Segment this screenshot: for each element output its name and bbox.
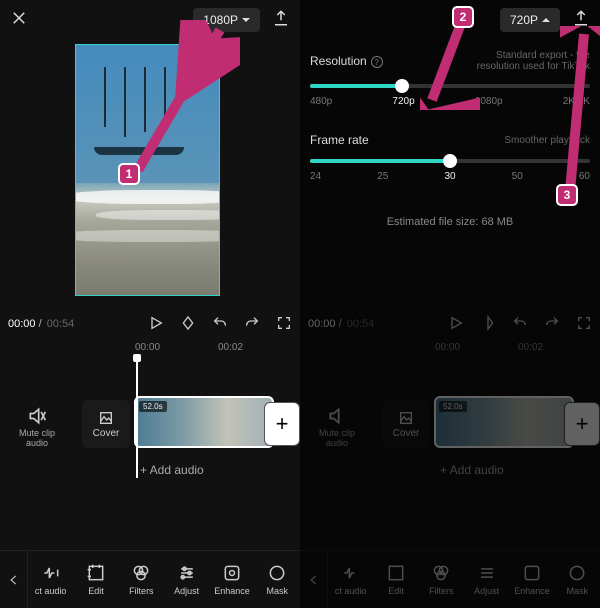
slider-knob[interactable]: [443, 154, 457, 168]
tool-adjust[interactable]: Adjust: [164, 563, 209, 596]
tool-extract-audio[interactable]: ct audio: [28, 563, 73, 596]
resolution-slider[interactable]: [310, 84, 590, 88]
timeline-ruler[interactable]: 00:00 00:02: [0, 342, 300, 358]
export-settings-panel: Resolution? Standard export - the resolu…: [310, 50, 590, 228]
redo-icon[interactable]: [244, 315, 260, 334]
tool-adjust[interactable]: Adjust: [464, 563, 509, 596]
add-clip-button[interactable]: +: [264, 402, 300, 446]
screen-left: 1080P 00:00 / 00:54 00:00 00:02: [0, 0, 300, 608]
caret-down-icon: [242, 18, 250, 22]
keyframe-icon[interactable]: [180, 315, 196, 334]
screen-right: 720P Resolution? Standard export - the r…: [300, 0, 600, 608]
fullscreen-icon[interactable]: [576, 315, 592, 334]
tool-extract-audio[interactable]: ct audio: [328, 563, 373, 596]
close-icon[interactable]: [10, 9, 28, 32]
add-audio-button[interactable]: + Add audio: [140, 456, 204, 484]
tool-filters[interactable]: Filters: [419, 563, 464, 596]
timeline-playhead[interactable]: [136, 358, 138, 478]
tool-enhance[interactable]: Enhance: [509, 563, 554, 596]
timeline-ruler[interactable]: 00:00 00:02: [300, 342, 600, 358]
keyframe-icon[interactable]: [480, 315, 496, 334]
toolbar-back[interactable]: [0, 551, 28, 608]
add-audio-button[interactable]: + Add audio: [440, 456, 504, 484]
export-icon[interactable]: [272, 9, 290, 32]
redo-icon[interactable]: [544, 315, 560, 334]
resolution-label: Resolution: [310, 54, 367, 68]
time-duration: 00:54: [47, 318, 75, 330]
transport-bar: 00:00 / 00:54: [300, 310, 600, 338]
tool-mask[interactable]: Mask: [255, 563, 300, 596]
transport-bar: 00:00 / 00:54: [0, 310, 300, 338]
help-icon[interactable]: ?: [371, 56, 383, 68]
tool-edit[interactable]: Edit: [73, 563, 118, 596]
video-preview[interactable]: [75, 44, 220, 296]
tool-edit[interactable]: Edit: [373, 563, 418, 596]
fullscreen-icon[interactable]: [276, 315, 292, 334]
annotation-badge-3: 3: [556, 184, 578, 206]
bottom-toolbar: ct audio Edit Filters Adjust Enhance Mas…: [300, 550, 600, 608]
clip-duration-badge: 52.0s: [139, 401, 167, 412]
resolution-hint: Standard export - the resolution used fo…: [450, 50, 590, 72]
tool-mask[interactable]: Mask: [555, 563, 600, 596]
framerate-label: Frame rate: [310, 133, 369, 147]
cover-button[interactable]: Cover: [82, 400, 130, 448]
resolution-button[interactable]: 720P: [500, 8, 560, 32]
timeline-clip[interactable]: 52.0s: [434, 396, 574, 448]
resolution-button-label: 1080P: [203, 13, 238, 27]
framerate-ticks: 24 25 30 50 60: [310, 171, 590, 182]
topbar-right: 720P: [300, 0, 600, 40]
tool-filters[interactable]: Filters: [119, 563, 164, 596]
bottom-toolbar: ct audio Edit Filters Adjust Enhance Mas…: [0, 550, 300, 608]
annotation-badge-2: 2: [452, 6, 474, 28]
play-icon[interactable]: [448, 315, 464, 334]
export-icon[interactable]: [572, 9, 590, 32]
tool-enhance[interactable]: Enhance: [209, 563, 254, 596]
add-clip-button[interactable]: +: [564, 402, 600, 446]
cover-button[interactable]: Cover: [382, 400, 430, 448]
estimated-size: Estimated file size: 68 MB: [310, 216, 590, 228]
timeline-clip[interactable]: 52.0s: [134, 396, 274, 448]
time-current: 00:00: [8, 318, 36, 330]
toolbar-back[interactable]: [300, 551, 328, 608]
caret-up-icon: [542, 18, 550, 22]
mute-clip-audio[interactable]: Mute clip audio: [312, 406, 362, 448]
mute-clip-audio[interactable]: Mute clip audio: [12, 406, 62, 448]
topbar-left: 1080P: [0, 0, 300, 40]
framerate-slider[interactable]: [310, 159, 590, 163]
resolution-button-label: 720P: [510, 13, 538, 27]
annotation-badge-1: 1: [118, 163, 140, 185]
resolution-button[interactable]: 1080P: [193, 8, 260, 32]
play-icon[interactable]: [148, 315, 164, 334]
slider-knob[interactable]: [395, 79, 409, 93]
framerate-hint: Smoother playback: [504, 135, 590, 146]
undo-icon[interactable]: [512, 315, 528, 334]
undo-icon[interactable]: [212, 315, 228, 334]
resolution-ticks: 480p 720p 1080p 2K/4K: [310, 96, 590, 107]
